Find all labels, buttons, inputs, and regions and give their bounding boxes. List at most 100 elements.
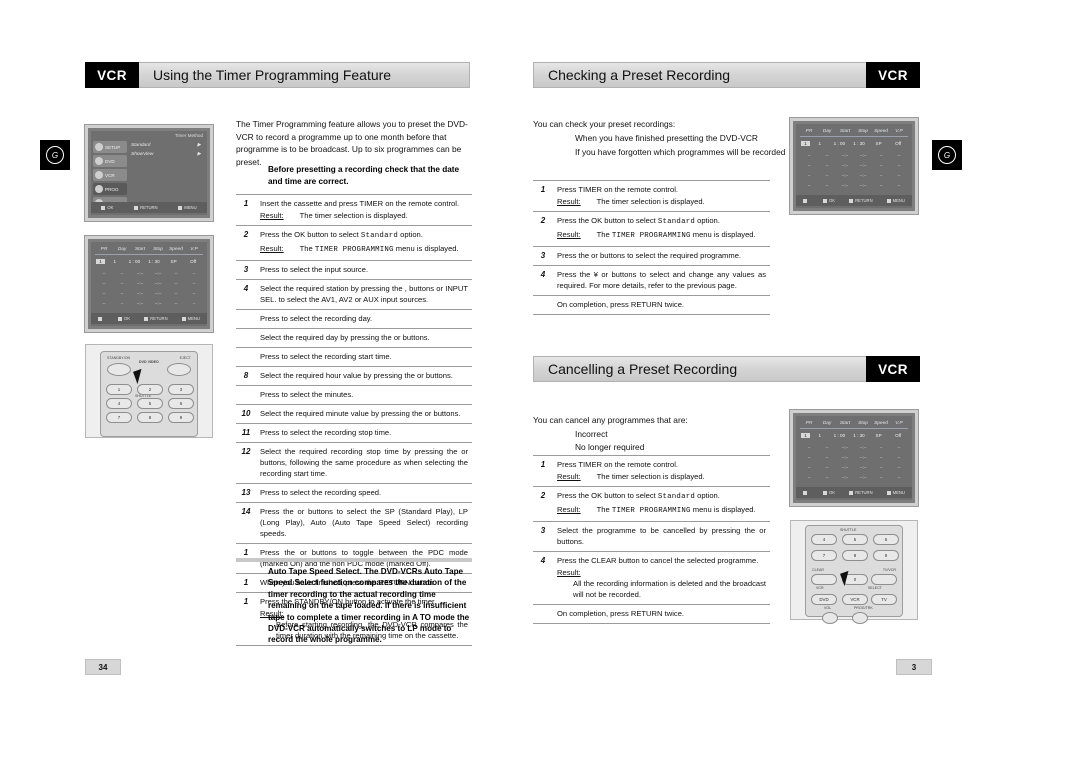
osd-timer-row-empty[interactable]: -- -- --:-- --:-- -- -- [800,163,908,168]
osd-footer-menu[interactable]: MENU [178,205,196,210]
osd-timer-cell: --:-- [136,271,144,276]
numeric-key-3[interactable]: 3 [168,384,194,395]
osd-timer-row-empty[interactable]: -- -- --:-- --:-- -- -- [800,475,908,480]
osd-footer-ok[interactable]: OK [118,316,130,321]
osd-footer-ok[interactable]: OK [823,198,835,203]
osd-sidebar-item-setup[interactable]: SETUP [93,141,127,153]
dvd-mode-button[interactable]: DVD [811,594,837,605]
osd-timer-row-empty[interactable]: -- -- --:-- --:-- -- -- [800,445,908,450]
osd-footer-return[interactable]: RETURN [134,205,157,210]
numeric-key-7[interactable]: 7 [106,412,132,423]
step-number: 2 [540,491,546,500]
osd-timer-cell: -- [174,291,178,296]
step-text: On completion, press RETURN twice. [557,609,685,618]
osd-timer-row-empty[interactable]: -- -- --:-- --:-- -- -- [95,271,203,276]
osd-footer-ok[interactable]: OK [101,205,113,210]
osd-timer-cell: -- [897,183,901,188]
osd-footer-return[interactable]: RETURN [849,198,872,203]
osd-menu-item-standard[interactable]: Standard ▶ [131,143,201,148]
osd-timer-cell: 1 [113,259,117,264]
numeric-key-1[interactable]: 1 [106,384,132,395]
osd-menu-item-showview[interactable]: ShowView ▶ [131,152,201,157]
osd-timer-cell: --:-- [136,291,144,296]
osd-timer-row-selected[interactable]: 1 1 1 : 00 1 : 30 SP Off [800,433,908,438]
osd-sidebar-item-vcr[interactable]: VCR [93,169,127,181]
step-row: 13 Press to select the recording speed. [236,483,472,503]
osd-sidebar-item-dvd[interactable]: DVD [93,155,127,167]
standby-on-button[interactable] [107,363,131,376]
step-row: 3 Press the or buttons to select the requ… [533,246,770,266]
numeric-key-5[interactable]: 5 [137,398,163,409]
osd-timer-header: PR Day Start Stop Speed V.P [800,421,908,429]
prog-trk-label: PROG/TRK [854,606,873,610]
step-text: Select the required station by pressing … [260,284,468,304]
vcr-mode-button[interactable]: VCR [842,594,868,605]
osd-menu-label: ShowView [131,152,154,157]
intro-paragraph: The Timer Programming feature allows you… [236,119,468,167]
tvvcr-button[interactable] [871,574,897,585]
step-number [533,605,557,624]
osd-timer-cell: -- [807,475,811,480]
clear-button[interactable] [811,574,837,585]
osd-timer-row-empty[interactable]: -- -- --:-- --:-- -- -- [800,455,908,460]
step-number: 1 [243,578,249,587]
osd-timer-row-selected[interactable]: 1 1 1 : 00 1 : 30 SP Off [800,141,908,146]
osd-footer-menu[interactable]: MENU [887,490,905,495]
osd-timer-cell: -- [897,153,901,158]
step-text: Press TIMER on the remote control. Result… [557,181,770,212]
osd-footer-menu[interactable]: MENU [887,198,905,203]
prog-up-button[interactable] [852,612,868,624]
numeric-key-2[interactable]: 2 [137,384,163,395]
vcr-tag: VCR [85,62,139,88]
osd-sidebar-item-prog[interactable]: PROG [93,183,127,195]
numeric-key-4[interactable]: 4 [106,398,132,409]
numeric-key-9[interactable]: 9 [168,412,194,423]
osd-timer-cell: -- [102,281,106,286]
osd-setup-menu: Timer Method SETUPDVDVCRPROGFUNC Standar… [85,125,213,221]
numeric-key-6[interactable]: 6 [168,398,194,409]
step-text: Select the required hour value by pressi… [260,371,453,380]
osd-timer-row-empty[interactable]: -- -- --:-- --:-- -- -- [95,301,203,306]
step-row: 12 Select the required recording stop tim… [236,442,472,484]
osd-timer-cell: -- [174,281,178,286]
step-row: 14 Press the or buttons to select the SP … [236,502,472,544]
step-row: 1 Press TIMER on the remote control. Resul… [533,455,770,487]
right-page: G Checking a Preset Recording VCR You ca… [520,0,1080,763]
numeric-key-6[interactable]: 6 [873,534,899,545]
osd-timer-row-empty[interactable]: -- -- --:-- --:-- -- -- [95,291,203,296]
osd-footer-menu[interactable]: MENU [182,316,200,321]
osd-timer-row-empty[interactable]: -- -- --:-- --:-- -- -- [95,281,203,286]
osd-timer-row-empty[interactable]: -- -- --:-- --:-- -- -- [800,183,908,188]
osd-timer-row-empty[interactable]: -- -- --:-- --:-- -- -- [800,153,908,158]
cursor-arrow-left [133,368,146,385]
tv-mode-button[interactable]: TV [871,594,897,605]
osd-timer-cell: -- [879,445,883,450]
numeric-key-4[interactable]: 4 [811,534,837,545]
eject-button[interactable] [167,363,191,376]
osd-footer-ok[interactable]: OK [823,490,835,495]
numeric-key-8[interactable]: 8 [842,550,868,561]
osd-timer-column-start: Start [134,247,146,252]
step-text: Select the required recording stop time … [260,447,468,478]
step-text: Press to select the input source. [260,265,369,274]
vol-down-button[interactable] [822,612,838,624]
osd-footer-return[interactable]: RETURN [849,490,872,495]
step-result: Result: The timer selection is displayed. [557,197,705,206]
step-number: 11 [241,428,251,437]
checking-bullet-1: When you have finished presetting the DV… [575,133,758,143]
osd-timer-cell: -- [879,163,883,168]
numeric-key-9[interactable]: 9 [873,550,899,561]
numeric-key-8[interactable]: 8 [137,412,163,423]
vcr-select-left-label: VCR [816,586,824,590]
osd-timer-row-selected[interactable]: 1 1 1 : 00 1 : 30 SP Off [95,259,203,264]
osd-setup-title: Timer Method [174,133,203,138]
osd-timer-cell: --:-- [859,465,867,470]
step-row: 3 Select the programme to be cancelled by… [533,521,770,552]
osd-footer-return[interactable]: RETURN [144,316,167,321]
osd-timer-row-empty[interactable]: -- -- --:-- --:-- -- -- [800,465,908,470]
osd-timer-row-empty[interactable]: -- -- --:-- --:-- -- -- [800,173,908,178]
osd-menu-label: Standard [131,143,151,148]
numeric-key-5[interactable]: 5 [842,534,868,545]
numeric-key-7[interactable]: 7 [811,550,837,561]
step-text: Press the ¥ or buttons to select and cha… [557,270,766,290]
